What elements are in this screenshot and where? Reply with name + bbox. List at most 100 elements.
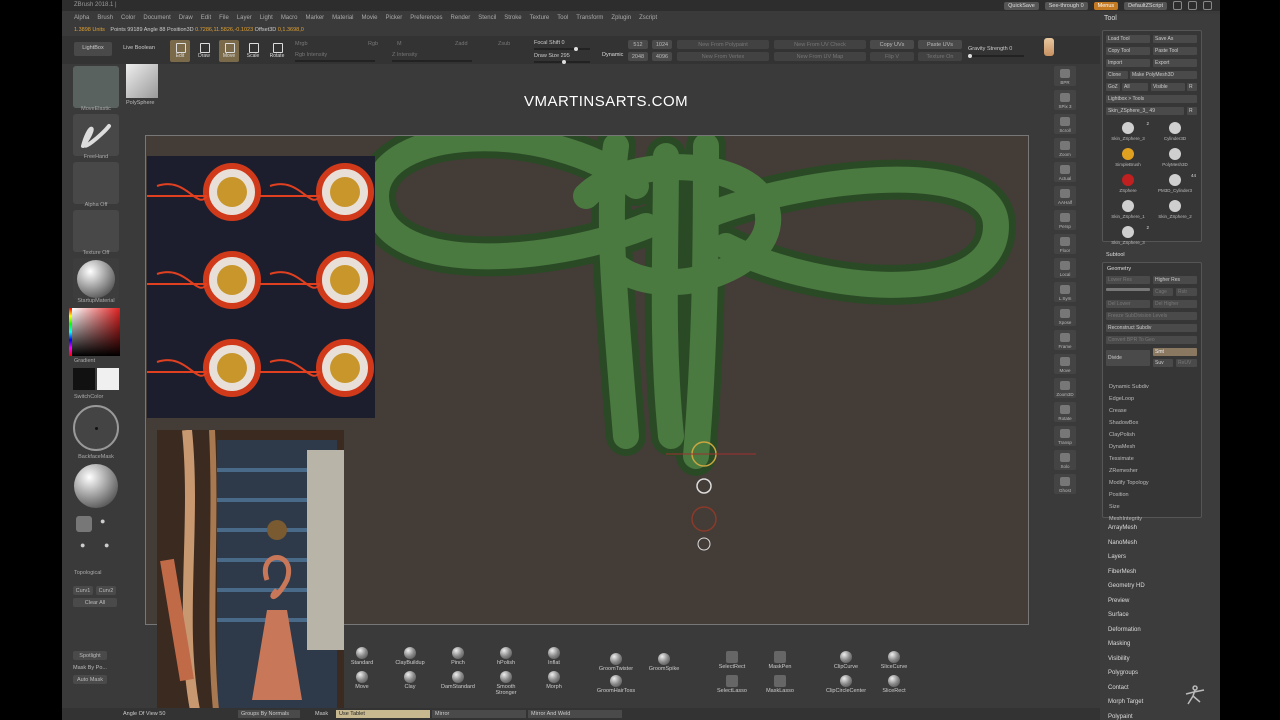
brush-pinch[interactable]: Pinch — [438, 645, 478, 669]
alpha-slot[interactable] — [73, 162, 119, 204]
gravity-strength-knob[interactable] — [968, 54, 972, 58]
res-2048-button[interactable]: 2048 — [628, 52, 648, 61]
focal-shift-slider[interactable]: Focal Shift 0 — [534, 40, 565, 46]
matcap-sphere-icon[interactable] — [74, 464, 118, 508]
shelf-frame-button[interactable]: Frame — [1054, 330, 1076, 350]
shelf-aahalf-button[interactable]: AAHalf — [1054, 186, 1076, 206]
stroke-freehand-icon[interactable] — [73, 114, 119, 156]
copy-tool-button[interactable]: Copy Tool — [1106, 47, 1150, 55]
mask-button[interactable]: Mask — [312, 710, 334, 718]
higher-res-button[interactable]: Higher Res — [1153, 276, 1197, 284]
mirror-and-weld-button[interactable]: Mirror And Weld — [528, 710, 622, 718]
brush-slicecurve[interactable]: SliceCurve — [874, 649, 914, 673]
smt-button[interactable]: Smt — [1153, 348, 1197, 356]
rgb-intensity-slider[interactable]: Rgb Intensity — [295, 52, 327, 58]
current-tool-slider[interactable]: Skin_ZSphere_3_ 49 — [1106, 107, 1184, 115]
menu-movie[interactable]: Movie — [362, 15, 378, 22]
minimize-icon[interactable] — [1188, 1, 1197, 10]
lightbox-button[interactable]: LightBox — [74, 42, 112, 56]
draw-size-knob[interactable] — [562, 60, 566, 64]
menu-layer[interactable]: Layer — [237, 15, 252, 22]
del-higher-button[interactable]: Del Higher — [1153, 300, 1197, 308]
geometry-dynamesh-section[interactable]: DynaMesh — [1107, 442, 1203, 452]
gravity-strength-slider[interactable]: Gravity Strength 0 — [968, 46, 1012, 52]
menu-edit[interactable]: Edit — [201, 15, 211, 22]
geometry-crease-section[interactable]: Crease — [1107, 406, 1203, 416]
gravity-strength-track[interactable] — [968, 55, 1024, 57]
light-bulb-icon-2[interactable]: ● — [100, 516, 116, 532]
menu-render[interactable]: Render — [451, 15, 471, 22]
geometry-header[interactable]: Geometry — [1105, 264, 1201, 274]
current-brush-icon[interactable] — [73, 66, 119, 108]
tool-thumbnail[interactable]: Skin_ZSphere_3 2 — [1106, 121, 1150, 145]
brush-damstandard[interactable]: DamStandard — [438, 669, 478, 693]
brush-masklasso[interactable]: MaskLasso — [760, 673, 800, 697]
menu-zplugin[interactable]: Zplugin — [611, 15, 631, 22]
shelf-floor-button[interactable]: Floor — [1054, 234, 1076, 254]
menu-surface[interactable]: Surface — [1108, 612, 1129, 618]
import-button[interactable]: Import — [1106, 59, 1150, 67]
quicksave-button[interactable]: QuickSave — [1004, 1, 1039, 10]
brush-clipcirclecenter[interactable]: ClipCircleCenter — [826, 673, 866, 697]
menu-deformation[interactable]: Deformation — [1108, 627, 1141, 633]
brush-clay[interactable]: Clay — [390, 669, 430, 693]
shelf-zoom-button[interactable]: Zoom — [1054, 138, 1076, 158]
secondary-color-swatch[interactable] — [97, 368, 119, 390]
r-button[interactable]: R — [1187, 83, 1197, 91]
focal-shift-knob[interactable] — [574, 47, 578, 51]
shelf-local-button[interactable]: Local — [1054, 258, 1076, 278]
brush-morph[interactable]: Morph — [534, 669, 574, 693]
res-4096-button[interactable]: 4096 — [652, 52, 672, 61]
spotlight-button[interactable]: Spotlight — [73, 651, 107, 660]
menu-material[interactable]: Material — [332, 15, 353, 22]
polysphere-thumbnail[interactable] — [126, 64, 158, 98]
menu-nanomesh[interactable]: NanoMesh — [1108, 540, 1137, 546]
tool-thumbnail[interactable]: Skin_ZSphere_3 2 — [1106, 225, 1150, 249]
new-from-uv-map-button[interactable]: New From UV Map — [774, 52, 866, 61]
brush-standard[interactable]: Standard — [342, 645, 382, 669]
reuv-button[interactable]: ReUV — [1176, 359, 1197, 367]
new-from-uv-check-button[interactable]: New From UV Check — [774, 40, 866, 49]
menu-transform[interactable]: Transform — [576, 15, 603, 22]
geometry-claypolish-section[interactable]: ClayPolish — [1107, 430, 1203, 440]
clear-all-button[interactable]: Clear All — [73, 598, 117, 607]
load-tool-button[interactable]: Load Tool — [1106, 35, 1150, 43]
menu-morph-target[interactable]: Morph Target — [1108, 699, 1143, 705]
menu-marker[interactable]: Marker — [305, 15, 324, 22]
menu-draw[interactable]: Draw — [179, 15, 193, 22]
menu-color[interactable]: Color — [121, 15, 135, 22]
curv2-button[interactable]: Curv2 — [96, 586, 116, 595]
tool-thumbnail[interactable]: Skin_ZSphere_2 — [1153, 199, 1197, 223]
menu-arraymesh[interactable]: ArrayMesh — [1108, 525, 1137, 531]
reconstruct-subdiv-button[interactable]: Reconstruct Subdiv — [1106, 324, 1197, 332]
menu-stroke[interactable]: Stroke — [504, 15, 521, 22]
menu-contact[interactable]: Contact — [1108, 685, 1129, 691]
tool-thumbnail[interactable]: PolyMesh3D — [1153, 147, 1197, 171]
dynamic-toggle[interactable]: Dynamic — [602, 52, 623, 58]
move-button[interactable]: Move — [219, 40, 239, 62]
clone-button[interactable]: Clone — [1106, 71, 1128, 79]
texture-slot[interactable] — [73, 210, 119, 252]
menu-tool[interactable]: Tool — [557, 15, 568, 22]
focal-shift-track[interactable] — [534, 48, 590, 50]
color-picker[interactable] — [72, 308, 120, 356]
texture-on-button[interactable]: Texture On — [918, 52, 962, 61]
tool-thumbnail[interactable]: ZSphere — [1106, 173, 1150, 197]
res-512-button[interactable]: 512 — [628, 40, 648, 49]
color-swatch-icon[interactable] — [1044, 38, 1054, 56]
divide-button[interactable]: Divide — [1106, 350, 1150, 366]
mrgb-button[interactable]: Mrgb — [295, 41, 308, 47]
menu-polygroups[interactable]: Polygroups — [1108, 670, 1138, 676]
shelf-l-sym-button[interactable]: L.Sym — [1054, 282, 1076, 302]
subtool-menu[interactable]: Subtool — [1104, 250, 1200, 260]
shelf-transp-button[interactable]: Transp — [1054, 426, 1076, 446]
light-bulb-icon-4[interactable]: ● — [104, 540, 109, 550]
goz-button[interactable]: GoZ — [1106, 83, 1120, 91]
mirror-button[interactable]: Mirror — [432, 710, 526, 718]
shelf-persp-button[interactable]: Persp — [1054, 210, 1076, 230]
menu-preview[interactable]: Preview — [1108, 598, 1129, 604]
brush-groomtwister[interactable]: GroomTwister — [596, 651, 636, 675]
shelf-zoom3d-button[interactable]: Zoom3D — [1054, 378, 1076, 398]
shelf-spix-3-button[interactable]: SPix 3 — [1054, 90, 1076, 110]
geometry-position-section[interactable]: Position — [1107, 490, 1203, 500]
